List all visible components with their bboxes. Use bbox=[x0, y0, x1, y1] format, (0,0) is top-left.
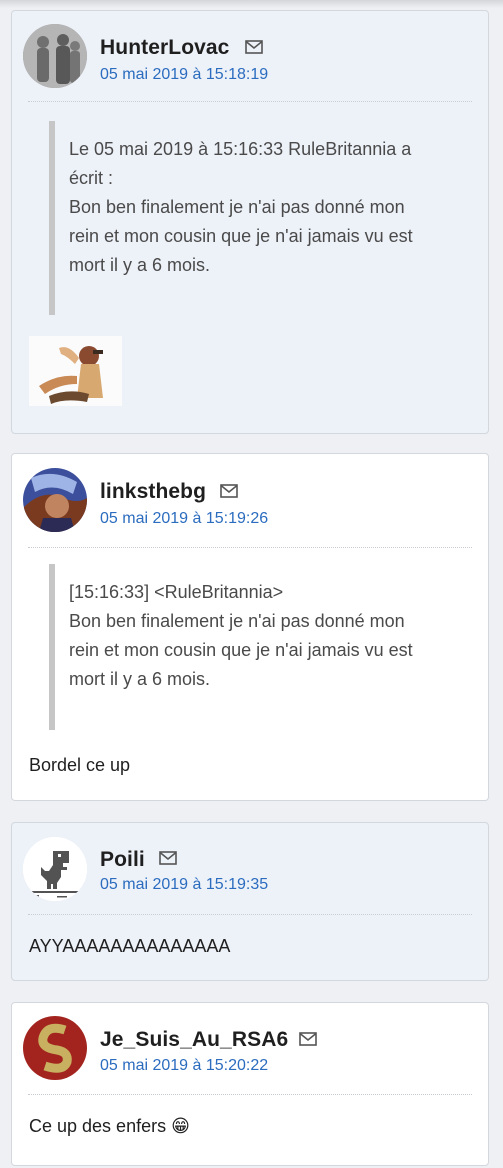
quote-block: Le 05 mai 2019 à 15:16:33 RuleBritannia … bbox=[49, 121, 454, 315]
username[interactable]: linksthebg bbox=[100, 480, 206, 504]
quote-line: Le 05 mai 2019 à 15:16:33 RuleBritannia … bbox=[69, 139, 412, 159]
divider bbox=[28, 914, 472, 915]
forum-post: Poili 05 mai 2019 à 15:19:35 AYYAAAAAAAA… bbox=[11, 822, 489, 981]
grin-emoji-icon: 😁 bbox=[171, 1116, 190, 1136]
forum-post: linksthebg 05 mai 2019 à 15:19:26 [15:16… bbox=[11, 453, 489, 801]
avatar[interactable] bbox=[23, 1016, 87, 1080]
divider bbox=[28, 101, 472, 102]
avatar[interactable] bbox=[23, 468, 87, 532]
post-text: Ce up des enfers 😁 bbox=[29, 1116, 190, 1137]
post-date[interactable]: 05 mai 2019 à 15:18:19 bbox=[100, 66, 268, 84]
quote-line: mort il y a 6 mois. bbox=[69, 669, 211, 689]
username[interactable]: Je_Suis_Au_RSA6 bbox=[100, 1028, 288, 1052]
forum-post: Je_Suis_Au_RSA6 05 mai 2019 à 15:20:22 C… bbox=[11, 1002, 489, 1166]
mail-icon[interactable] bbox=[220, 484, 238, 498]
avatar[interactable] bbox=[23, 837, 87, 901]
quote-line: rein et mon cousin que je n'ai jamais vu… bbox=[69, 640, 413, 660]
avatar[interactable] bbox=[23, 24, 87, 88]
post-text: AYYAAAAAAAAAAAAAA bbox=[29, 936, 231, 956]
quote-line: mort il y a 6 mois. bbox=[69, 255, 211, 275]
quote-block: [15:16:33] <RuleBritannia> Bon ben final… bbox=[49, 564, 454, 730]
post-text-content: Ce up des enfers bbox=[29, 1116, 167, 1136]
mail-icon[interactable] bbox=[245, 40, 263, 54]
forum-post: HunterLovac 05 mai 2019 à 15:18:19 Le 05… bbox=[11, 10, 489, 434]
post-text: Bordel ce up bbox=[29, 755, 131, 775]
username[interactable]: Poili bbox=[100, 848, 145, 872]
quote-line: Bon ben finalement je n'ai pas donné mon bbox=[69, 197, 405, 217]
post-date[interactable]: 05 mai 2019 à 15:19:35 bbox=[100, 876, 268, 894]
mail-icon[interactable] bbox=[299, 1032, 317, 1046]
quote-line: Bon ben finalement je n'ai pas donné mon bbox=[69, 611, 405, 631]
mail-icon[interactable] bbox=[159, 851, 177, 865]
quote-line: écrit : bbox=[69, 168, 114, 188]
quote-line: [15:16:33] <RuleBritannia> bbox=[69, 582, 284, 602]
post-date[interactable]: 05 mai 2019 à 15:19:26 bbox=[100, 510, 268, 528]
post-date[interactable]: 05 mai 2019 à 15:20:22 bbox=[100, 1057, 268, 1075]
divider bbox=[28, 1094, 472, 1095]
divider bbox=[28, 547, 472, 548]
quote-line: rein et mon cousin que je n'ai jamais vu… bbox=[69, 226, 413, 246]
top-shadow bbox=[0, 0, 503, 8]
sticker-image[interactable] bbox=[29, 336, 122, 406]
username[interactable]: HunterLovac bbox=[100, 36, 229, 60]
